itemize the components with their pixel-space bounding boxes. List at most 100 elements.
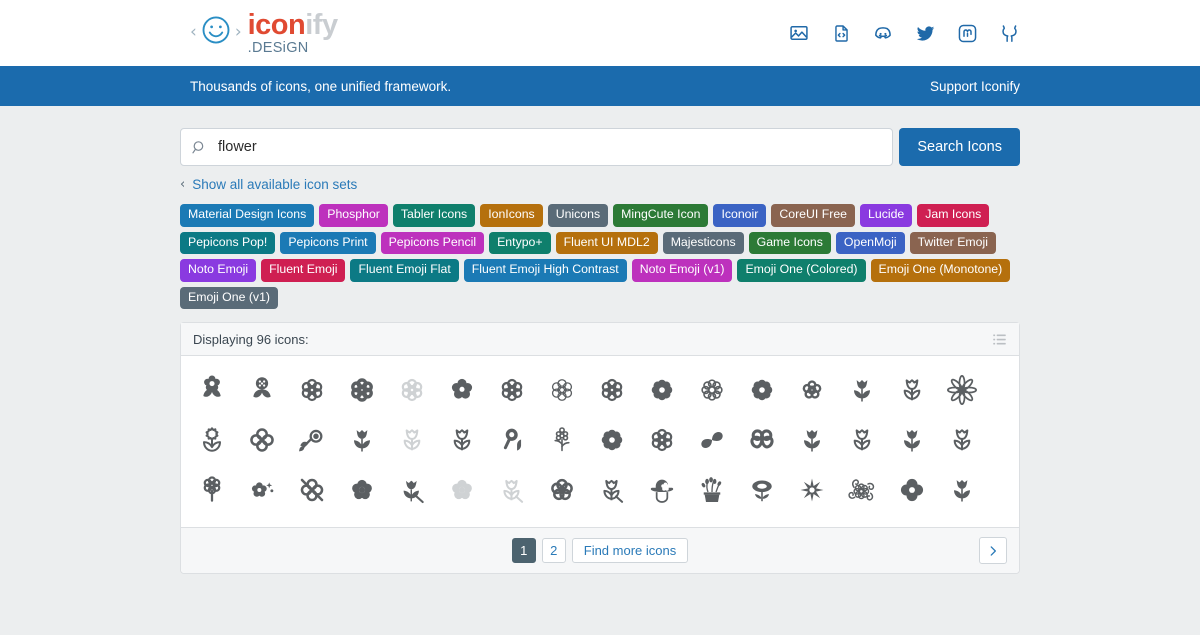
github-icon[interactable] bbox=[998, 22, 1020, 44]
icon-result-cell[interactable] bbox=[787, 465, 837, 515]
icon-result-cell[interactable] bbox=[537, 365, 587, 415]
icon-result-cell[interactable] bbox=[487, 465, 537, 515]
icon-result-cell[interactable] bbox=[587, 465, 637, 515]
icon-set-tag[interactable]: Jam Icons bbox=[917, 204, 989, 227]
logo[interactable]: ‹ › iconify .DESiGN bbox=[190, 11, 338, 54]
icon-result-cell[interactable] bbox=[237, 465, 287, 515]
search-button[interactable]: Search Icons bbox=[899, 128, 1020, 166]
icon-result-cell[interactable] bbox=[437, 415, 487, 465]
icon-result-cell[interactable] bbox=[837, 365, 887, 415]
icon-set-tag[interactable]: Pepicons Pencil bbox=[381, 232, 485, 255]
page-button-2[interactable]: 2 bbox=[542, 538, 566, 563]
icon-result-cell[interactable] bbox=[237, 365, 287, 415]
icon-result-cell[interactable] bbox=[587, 365, 637, 415]
icon-set-tag[interactable]: Material Design Icons bbox=[180, 204, 314, 227]
icon-result-cell[interactable] bbox=[887, 365, 937, 415]
icon-result-cell[interactable] bbox=[837, 415, 887, 465]
icon-result-cell[interactable] bbox=[287, 415, 337, 465]
flower-hat-solid-icon bbox=[646, 474, 678, 506]
icon-set-tag[interactable]: CoreUI Free bbox=[771, 204, 855, 227]
icon-result-cell[interactable] bbox=[887, 415, 937, 465]
icon-result-cell[interactable] bbox=[937, 415, 987, 465]
icon-set-tag[interactable]: MingCute Icon bbox=[613, 204, 708, 227]
discord-icon[interactable] bbox=[872, 22, 894, 44]
list-view-icon[interactable] bbox=[992, 332, 1007, 347]
icon-result-cell[interactable] bbox=[537, 465, 587, 515]
icon-result-cell[interactable] bbox=[437, 365, 487, 415]
icon-set-tag[interactable]: Unicons bbox=[548, 204, 608, 227]
icon-result-cell[interactable] bbox=[637, 415, 687, 465]
icon-result-cell[interactable] bbox=[637, 465, 687, 515]
icon-result-cell[interactable] bbox=[487, 365, 537, 415]
icon-result-cell[interactable] bbox=[337, 365, 387, 415]
icon-result-cell[interactable] bbox=[687, 365, 737, 415]
search-box[interactable] bbox=[180, 128, 893, 166]
image-icon[interactable] bbox=[788, 22, 810, 44]
tulip-slash-solid-icon bbox=[396, 474, 428, 506]
icon-set-tag[interactable]: Emoji One (Monotone) bbox=[871, 259, 1011, 282]
icon-result-cell[interactable] bbox=[437, 465, 487, 515]
icon-set-tag[interactable]: Fluent Emoji Flat bbox=[350, 259, 458, 282]
icon-result-cell[interactable] bbox=[337, 465, 387, 515]
icon-result-cell[interactable] bbox=[737, 465, 787, 515]
icon-result-cell[interactable] bbox=[537, 415, 587, 465]
icon-set-tag[interactable]: Majesticons bbox=[663, 232, 744, 255]
icon-set-tag[interactable]: Fluent Emoji High Contrast bbox=[464, 259, 627, 282]
icon-set-tag[interactable]: Pepicons Print bbox=[280, 232, 375, 255]
icon-set-tag[interactable]: Lucide bbox=[860, 204, 912, 227]
results-header: Displaying 96 icons: bbox=[181, 323, 1019, 356]
icon-result-cell[interactable] bbox=[587, 415, 637, 465]
icon-result-cell[interactable] bbox=[687, 465, 737, 515]
page-button-1[interactable]: 1 bbox=[512, 538, 536, 563]
find-more-icons-button[interactable]: Find more icons bbox=[572, 538, 688, 563]
icon-set-tag[interactable]: Noto Emoji bbox=[180, 259, 256, 282]
icon-result-cell[interactable] bbox=[187, 465, 237, 515]
icon-result-cell[interactable] bbox=[237, 415, 287, 465]
icon-result-cell[interactable] bbox=[887, 465, 937, 515]
icon-result-cell[interactable] bbox=[287, 465, 337, 515]
icon-set-tag[interactable]: Twitter Emoji bbox=[910, 232, 996, 255]
icon-result-cell[interactable] bbox=[737, 415, 787, 465]
tulip-outline-3-icon bbox=[846, 424, 878, 456]
show-all-icon-sets-link[interactable]: ‹ Show all available icon sets bbox=[180, 177, 1020, 192]
icon-set-tag[interactable]: IonIcons bbox=[480, 204, 543, 227]
icon-result-cell[interactable] bbox=[337, 415, 387, 465]
icon-result-cell[interactable] bbox=[187, 365, 237, 415]
icon-result-cell[interactable] bbox=[637, 365, 687, 415]
icon-set-tag[interactable]: Pepicons Pop! bbox=[180, 232, 275, 255]
icon-result-cell[interactable] bbox=[937, 465, 987, 515]
icon-result-cell[interactable] bbox=[387, 365, 437, 415]
icon-result-cell[interactable] bbox=[737, 365, 787, 415]
tulip-solid-4-icon bbox=[896, 424, 928, 456]
icon-result-cell[interactable] bbox=[187, 415, 237, 465]
icon-result-cell[interactable] bbox=[387, 415, 437, 465]
smiley-face-icon bbox=[201, 15, 231, 50]
icon-set-tag[interactable]: Tabler Icons bbox=[393, 204, 475, 227]
code-file-icon[interactable] bbox=[830, 22, 852, 44]
icon-set-tag[interactable]: OpenMoji bbox=[836, 232, 905, 255]
support-iconify-link[interactable]: Support Iconify bbox=[930, 79, 1020, 94]
icon-set-tag[interactable]: Emoji One (v1) bbox=[180, 287, 278, 310]
icon-set-tag[interactable]: Entypo+ bbox=[489, 232, 550, 255]
icon-set-tag[interactable]: Phosphor bbox=[319, 204, 388, 227]
icon-set-tag[interactable]: Iconoir bbox=[713, 204, 766, 227]
icon-set-tag[interactable]: Fluent UI MDL2 bbox=[556, 232, 658, 255]
icon-result-cell[interactable] bbox=[287, 365, 337, 415]
icon-result-cell[interactable] bbox=[787, 415, 837, 465]
icon-set-tag[interactable]: Noto Emoji (v1) bbox=[632, 259, 733, 282]
icon-result-cell[interactable] bbox=[937, 365, 987, 415]
search-input[interactable] bbox=[216, 138, 882, 156]
icon-set-tag[interactable]: Game Icons bbox=[749, 232, 831, 255]
icon-set-tag[interactable]: Emoji One (Colored) bbox=[737, 259, 865, 282]
icon-result-cell[interactable] bbox=[687, 415, 737, 465]
flower-6petal-bold-outline-icon bbox=[346, 374, 378, 406]
tulip-solid-3-icon bbox=[796, 424, 828, 456]
icon-result-cell[interactable] bbox=[387, 465, 437, 515]
next-page-icon[interactable] bbox=[979, 537, 1007, 564]
mastodon-icon[interactable] bbox=[956, 22, 978, 44]
icon-result-cell[interactable] bbox=[487, 415, 537, 465]
icon-result-cell[interactable] bbox=[787, 365, 837, 415]
icon-set-tag[interactable]: Fluent Emoji bbox=[261, 259, 345, 282]
icon-result-cell[interactable] bbox=[837, 465, 887, 515]
twitter-icon[interactable] bbox=[914, 22, 936, 44]
